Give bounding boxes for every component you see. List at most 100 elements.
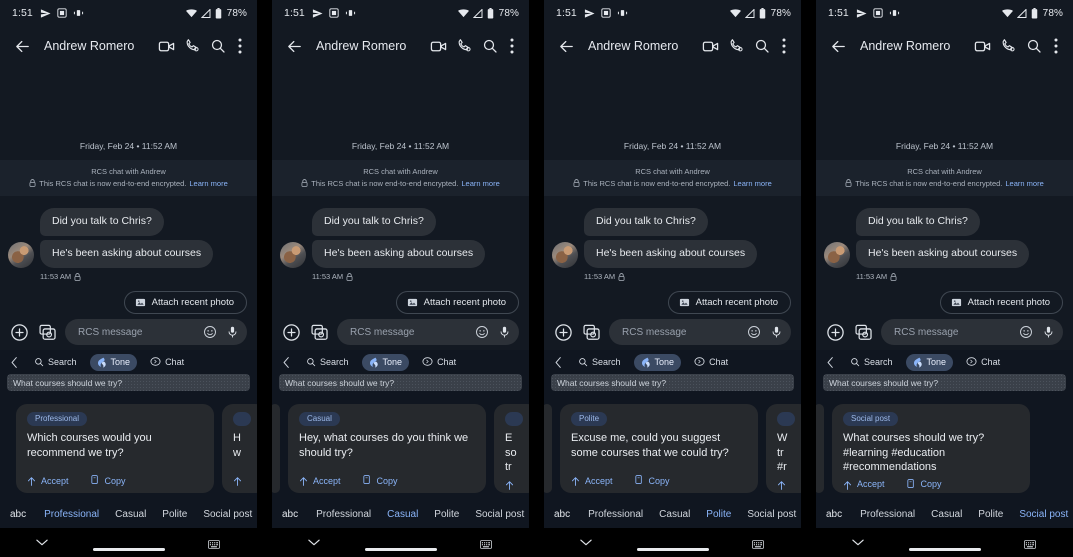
arrow-back-icon[interactable] — [554, 34, 578, 58]
attach-recent-photo-button[interactable]: Attach recent photo — [939, 291, 1063, 314]
learn-more-link[interactable]: Learn more — [733, 178, 771, 189]
tab-polite[interactable]: Polite — [154, 504, 195, 526]
phone-call-icon[interactable] — [995, 33, 1021, 59]
more-vert-icon[interactable] — [775, 33, 793, 59]
learn-more-link[interactable]: Learn more — [1005, 178, 1043, 189]
copy-button[interactable]: Copy — [906, 478, 942, 490]
video-call-icon[interactable] — [153, 33, 179, 59]
suggestion-card[interactable]: Social post What courses should we try? … — [832, 404, 1030, 493]
suggestion-card-peek-left[interactable] — [272, 404, 280, 493]
suggestion-card-peek-right[interactable]: W tr #r — [766, 404, 801, 493]
tab-social-post[interactable]: Social post — [1011, 504, 1073, 528]
chevron-left-icon[interactable] — [551, 356, 565, 368]
suggestion-card-peek-left[interactable] — [544, 404, 552, 493]
learn-more-link[interactable]: Learn more — [461, 178, 499, 189]
toolbar-item-chat[interactable]: Chat — [687, 354, 735, 370]
chevron-down-icon[interactable] — [308, 539, 320, 546]
accept-button[interactable]: Accept — [299, 475, 341, 486]
keyboard-icon[interactable] — [752, 540, 764, 549]
suggestion-card-carousel[interactable]: Social post What courses should we try? … — [816, 397, 1073, 501]
video-call-icon[interactable] — [425, 33, 451, 59]
accept-button[interactable]: Accept — [843, 479, 885, 490]
phone-call-icon[interactable] — [451, 33, 477, 59]
message-bubble[interactable]: He's been asking about courses — [584, 239, 758, 268]
gallery-camera-icon[interactable] — [309, 322, 329, 342]
tab-social-post[interactable]: Social post — [467, 504, 529, 526]
tone-query-field[interactable]: What courses should we try? — [551, 374, 794, 391]
arrow-back-icon[interactable] — [10, 34, 34, 58]
accept-button[interactable]: Accept — [571, 475, 613, 486]
message-bubble[interactable]: He's been asking about courses — [312, 239, 486, 268]
home-indicator[interactable] — [364, 547, 437, 551]
message-bubble[interactable]: Did you talk to Chris? — [312, 207, 436, 236]
suggestion-card-peek-right[interactable]: E so tr — [494, 404, 529, 493]
toolbar-item-search[interactable]: Search — [27, 354, 84, 370]
learn-more-link[interactable]: Learn more — [189, 178, 227, 189]
toolbar-item-search[interactable]: Search — [571, 354, 628, 370]
accept-button-peek[interactable] — [505, 479, 514, 490]
accept-button-peek[interactable] — [233, 475, 242, 486]
microphone-icon[interactable] — [226, 325, 239, 339]
plus-circle-icon[interactable] — [281, 322, 301, 342]
toolbar-item-tone[interactable]: Tone — [905, 353, 954, 371]
tab-abc[interactable]: abc — [820, 504, 852, 526]
tab-abc[interactable]: abc — [276, 504, 308, 526]
message-bubble[interactable]: Did you talk to Chris? — [40, 207, 164, 236]
more-vert-icon[interactable] — [231, 33, 249, 59]
plus-circle-icon[interactable] — [9, 322, 29, 342]
suggestion-card-carousel[interactable]: Polite Excuse me, could you suggest some… — [544, 397, 801, 501]
plus-circle-icon[interactable] — [553, 322, 573, 342]
toolbar-item-search[interactable]: Search — [299, 354, 356, 370]
suggestion-card-peek-right[interactable]: H w — [222, 404, 257, 493]
home-indicator[interactable] — [92, 547, 165, 551]
tab-polite[interactable]: Polite — [970, 504, 1011, 526]
emoji-icon[interactable] — [747, 325, 761, 339]
tone-query-field[interactable]: What courses should we try? — [7, 374, 250, 391]
microphone-icon[interactable] — [770, 325, 783, 339]
tab-social-post[interactable]: Social post — [195, 504, 257, 526]
toolbar-item-tone[interactable]: Tone — [633, 353, 682, 371]
arrow-back-icon[interactable] — [826, 34, 850, 58]
tab-polite[interactable]: Polite — [698, 504, 739, 528]
copy-button[interactable]: Copy — [634, 475, 670, 486]
toolbar-item-chat[interactable]: Chat — [415, 354, 463, 370]
arrow-back-icon[interactable] — [282, 34, 306, 58]
toolbar-item-search[interactable]: Search — [843, 354, 900, 370]
tone-query-field[interactable]: What courses should we try? — [823, 374, 1066, 391]
tone-query-field[interactable]: What courses should we try? — [279, 374, 522, 391]
chevron-left-icon[interactable] — [823, 356, 837, 368]
contact-name[interactable]: Andrew Romero — [44, 39, 134, 53]
search-icon[interactable] — [1021, 33, 1047, 59]
emoji-icon[interactable] — [475, 325, 489, 339]
keyboard-icon[interactable] — [208, 540, 220, 549]
microphone-icon[interactable] — [498, 325, 511, 339]
tab-social-post[interactable]: Social post — [739, 504, 801, 526]
video-call-icon[interactable] — [697, 33, 723, 59]
gallery-camera-icon[interactable] — [853, 322, 873, 342]
contact-name[interactable]: Andrew Romero — [860, 39, 950, 53]
keyboard-icon[interactable] — [480, 540, 492, 549]
tab-abc[interactable]: abc — [4, 504, 36, 526]
message-bubble[interactable]: He's been asking about courses — [856, 239, 1030, 268]
attach-recent-photo-button[interactable]: Attach recent photo — [123, 291, 247, 314]
suggestion-card-carousel[interactable]: Casual Hey, what courses do you think we… — [272, 397, 529, 501]
copy-button[interactable]: Copy — [362, 475, 398, 486]
suggestion-card-peek-left[interactable] — [816, 404, 824, 493]
chevron-down-icon[interactable] — [852, 539, 864, 546]
keyboard-icon[interactable] — [1024, 540, 1036, 549]
message-bubble[interactable]: He's been asking about courses — [40, 239, 214, 268]
chevron-down-icon[interactable] — [36, 539, 48, 546]
copy-button[interactable]: Copy — [90, 475, 126, 486]
gallery-camera-icon[interactable] — [37, 322, 57, 342]
chevron-down-icon[interactable] — [580, 539, 592, 546]
more-vert-icon[interactable] — [1047, 33, 1065, 59]
attach-recent-photo-button[interactable]: Attach recent photo — [395, 291, 519, 314]
tab-casual[interactable]: Casual — [107, 504, 154, 526]
search-icon[interactable] — [205, 33, 231, 59]
suggestion-card[interactable]: Professional Which courses would you rec… — [16, 404, 214, 493]
tab-casual[interactable]: Casual — [923, 504, 970, 526]
search-icon[interactable] — [477, 33, 503, 59]
toolbar-item-chat[interactable]: Chat — [959, 354, 1007, 370]
suggestion-card[interactable]: Casual Hey, what courses do you think we… — [288, 404, 486, 493]
toolbar-item-chat[interactable]: Chat — [143, 354, 191, 370]
